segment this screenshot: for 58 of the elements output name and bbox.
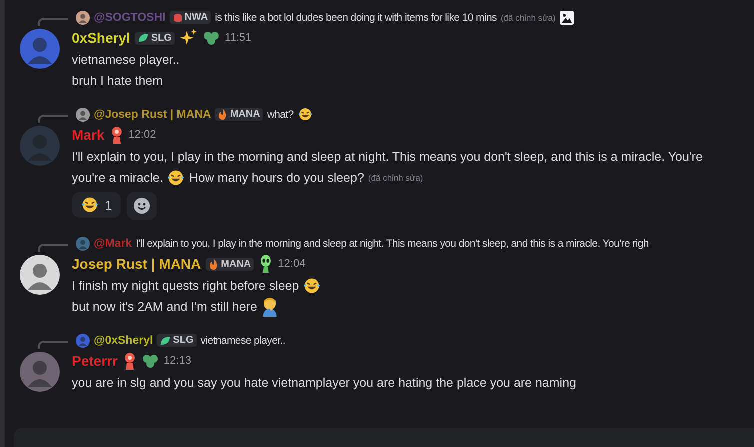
laughing-emoji-icon	[81, 196, 99, 214]
laughing-emoji-icon	[303, 276, 322, 294]
reply-preview-text: is this like a bot lol dudes been doing it with items for like 10 mins	[215, 12, 497, 24]
message-text: I finish my night quests right before sleep	[72, 278, 300, 292]
message-text: but now it's 2AM and I'm still here	[72, 300, 258, 314]
message-text: I'll explain to you, I play in the morning and sleep at night. This means you don't sleep, and this is a miracle. You're	[72, 150, 703, 164]
leaf-icon	[138, 33, 150, 43]
message-text: bruh I hate them	[72, 74, 164, 88]
username[interactable]: 0xSheryl	[72, 30, 130, 46]
reply-mention[interactable]: @0xSheryl	[94, 334, 154, 346]
flame-icon	[218, 109, 228, 120]
figure-icon	[122, 352, 137, 370]
message-text: How many hours do you sleep?	[189, 170, 364, 184]
clover-icon	[142, 353, 159, 369]
reply-connector	[38, 244, 68, 252]
laughing-emoji-icon	[167, 168, 186, 186]
reply-connector	[38, 114, 68, 122]
username[interactable]: Mark	[72, 127, 105, 143]
add-reaction-button[interactable]	[127, 192, 158, 220]
reply-avatar[interactable]	[76, 10, 90, 24]
sparkles-icon	[180, 29, 198, 47]
username[interactable]: Peterrr	[72, 353, 118, 369]
edited-label: (đã chỉnh sửa)	[500, 12, 556, 22]
image-icon	[560, 10, 574, 24]
timestamp: 12:13	[164, 355, 192, 367]
reply-preview-text: what?	[267, 108, 294, 120]
reply-avatar[interactable]	[76, 236, 90, 250]
message-text: you're a miracle.	[72, 170, 164, 184]
timestamp: 12:04	[278, 258, 306, 270]
server-tag: NWA	[170, 11, 212, 24]
message-text: vietnamese player..	[72, 52, 180, 66]
reply-connector	[38, 340, 68, 348]
reply-connector	[38, 18, 68, 26]
alien-icon	[259, 255, 274, 273]
laughing-emoji-icon	[298, 107, 313, 122]
user-avatar[interactable]	[20, 255, 60, 295]
server-tag: SLG	[157, 334, 197, 347]
fist-icon	[172, 12, 183, 22]
username[interactable]: Josep Rust | MANA	[72, 256, 202, 272]
reaction-button[interactable]: 1	[72, 192, 122, 218]
clover-icon	[202, 30, 220, 46]
flame-icon	[209, 258, 220, 270]
smiley-icon	[134, 198, 150, 214]
facepalm-emoji-icon	[261, 296, 280, 316]
reply-preview-text: I'll explain to you, I play in the morning and sleep at night. This means you don't sleep, and this is a miracle. You're righ	[136, 238, 649, 250]
reply-preview-text: vietnamese player..	[200, 334, 286, 346]
leaf-icon	[160, 336, 172, 346]
server-tag: SLG	[135, 32, 175, 44]
server-tag: MANA	[206, 258, 254, 270]
reply-avatar[interactable]	[76, 334, 90, 348]
reply-avatar[interactable]	[76, 108, 90, 122]
timestamp: 11:51	[224, 32, 252, 44]
reply-mention[interactable]: @Josep Rust | MANA	[94, 108, 212, 120]
edited-label: (đã chỉnh sửa)	[368, 172, 424, 182]
figure-icon	[110, 126, 124, 144]
timestamp: 12:02	[128, 129, 156, 141]
message-text: you are in slg and you say you hate vietnamplayer you are hating the place you are naming	[72, 376, 576, 390]
server-tag: MANA	[215, 108, 264, 121]
